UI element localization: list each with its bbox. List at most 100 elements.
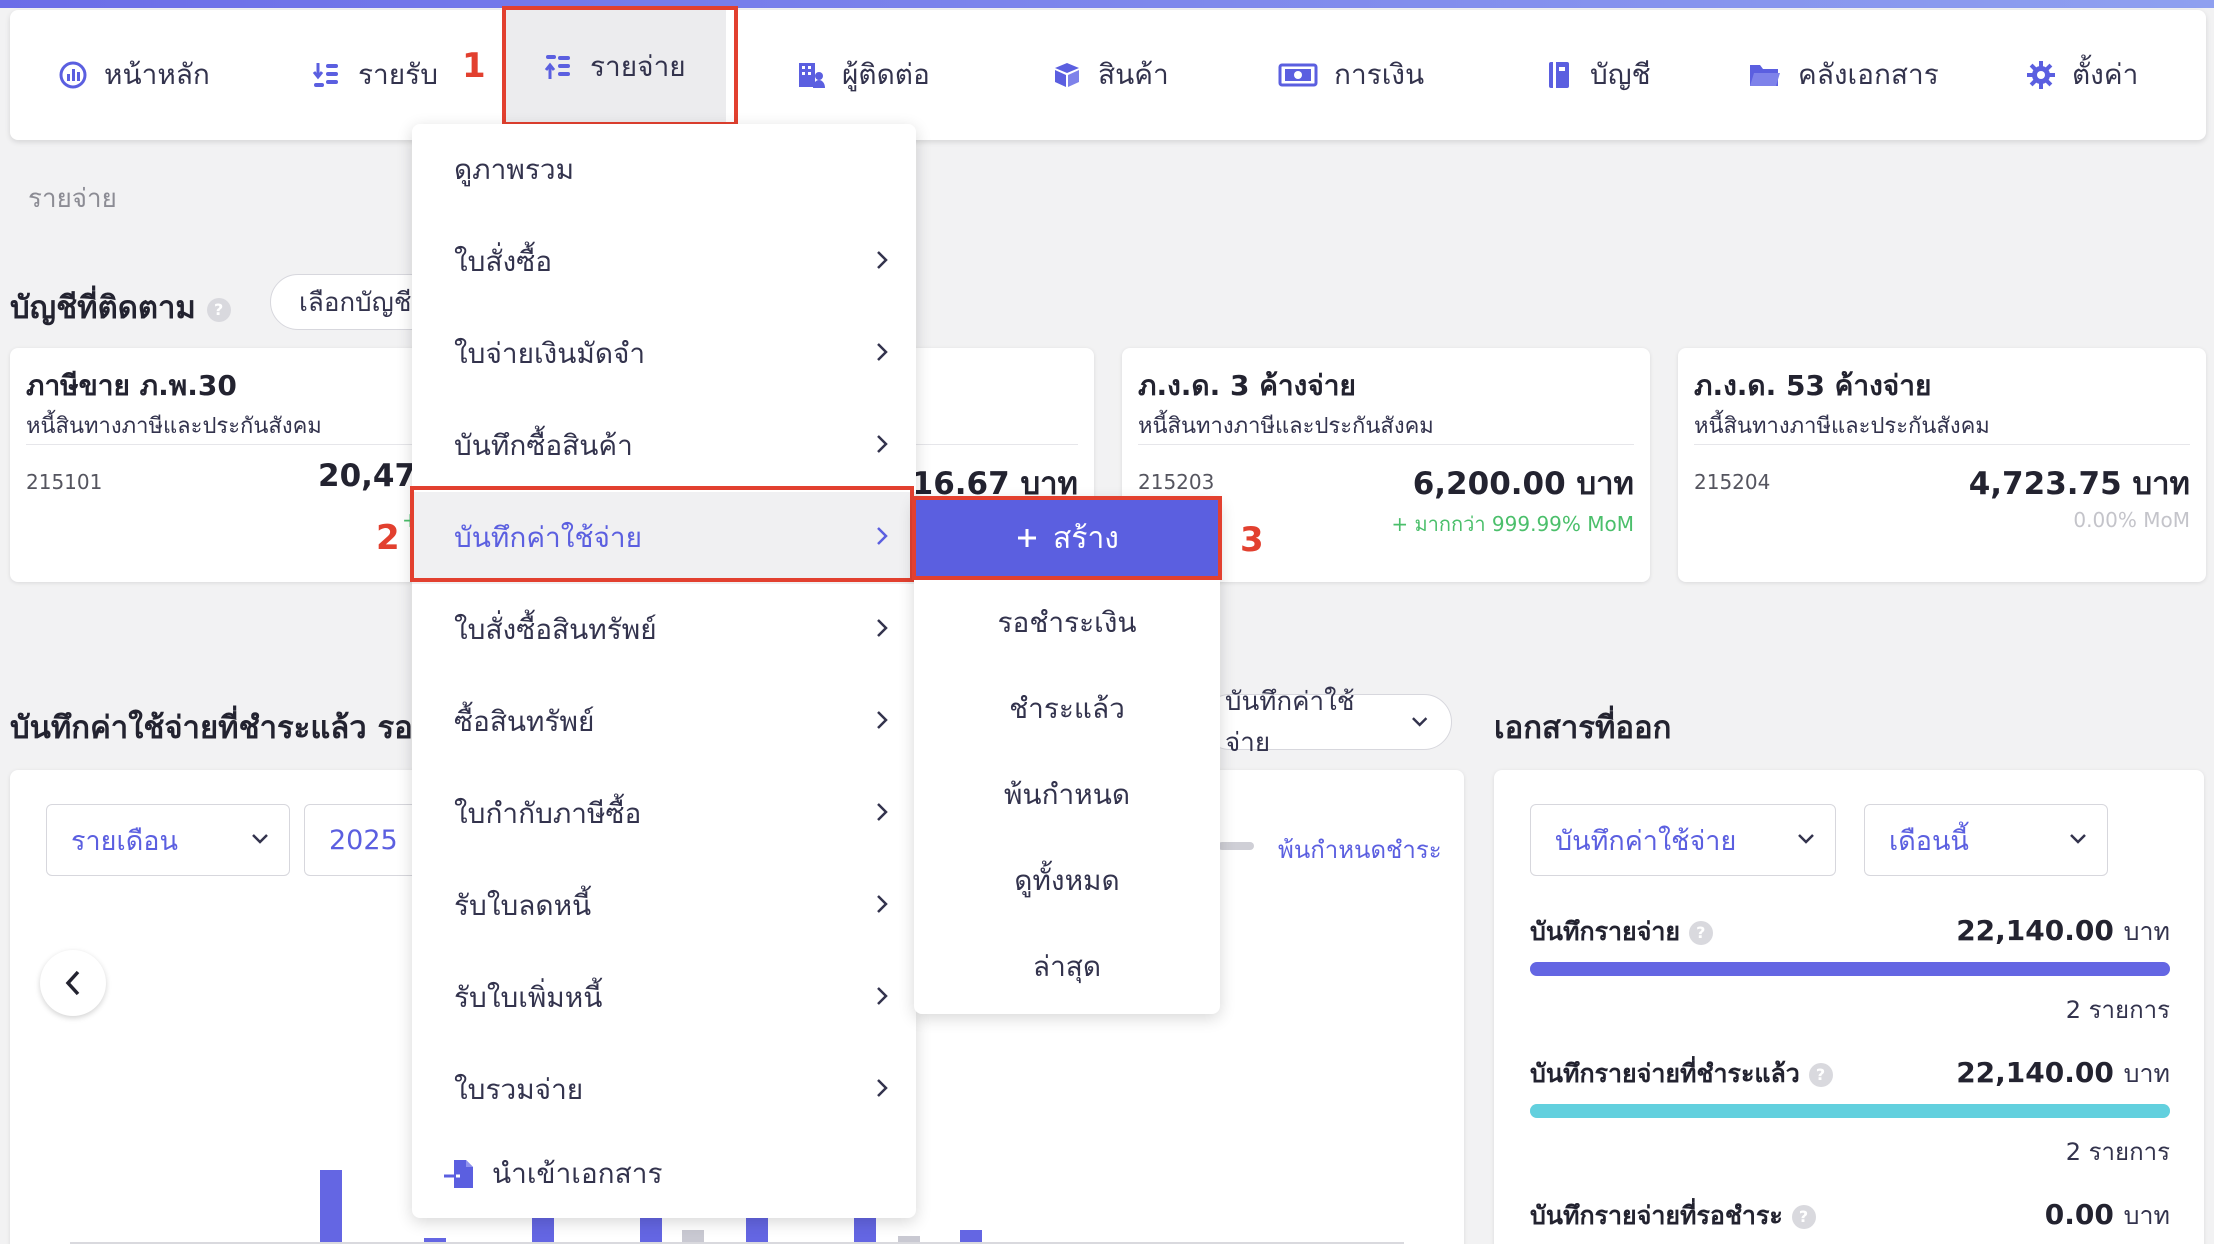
account-mom: + มากกว่า 999.99% MoM (1391, 512, 1634, 536)
stat-count-paid: 2 รายการ (2065, 1138, 2170, 1166)
money-icon (1278, 63, 1318, 87)
help-icon[interactable]: ? (206, 297, 231, 322)
menu-item-purchase-record[interactable]: บันทึกซื้อสินค้า (412, 400, 916, 492)
divider (1138, 444, 1634, 445)
chart-bar (320, 1170, 342, 1244)
highlight-create-button (912, 496, 1222, 580)
menu-item-buy-asset[interactable]: ซื้อสินทรัพย์ (412, 676, 916, 768)
menu-item-deposit-payment[interactable]: ใบจ่ายเงินมัดจำ (412, 308, 916, 400)
chevron-right-icon (877, 803, 888, 821)
account-amount: 6,200.00 บาท (1412, 466, 1634, 502)
account-title: ภ.ง.ด. 3 ค้างจ่าย (1138, 369, 1356, 402)
chevron-right-icon (877, 343, 888, 361)
divider (1694, 444, 2190, 445)
menu-item-asset-purchase-order[interactable]: ใบสั่งซื้อสินทรัพย์ (412, 584, 916, 676)
account-category: หนี้สินทางภาษีและประกันสังคม (26, 414, 322, 439)
watched-accounts-title: บัญชีที่ติดตาม ? (10, 282, 231, 332)
highlight-expense-nav (502, 6, 738, 126)
account-category: หนี้สินทางภาษีและประกันสังคม (1138, 414, 1434, 439)
nav-income[interactable]: รายรับ (312, 10, 438, 140)
main-navbar: หน้าหลัก รายรับ รายจ่าย ผู้ติดต่อ สินค้า… (10, 10, 2206, 140)
menu-item-import-docs[interactable]: นำเข้าเอกสาร (412, 1128, 916, 1220)
account-code: 215203 (1138, 470, 1215, 494)
chevron-right-icon (877, 987, 888, 1005)
account-mom: 0.00% MoM (2073, 508, 2190, 532)
stat-amount-expenses: 22,140.00 บาท (1956, 914, 2170, 947)
chart-doc-type-select[interactable]: บันทึกค่าใช้จ่าย (1202, 687, 1452, 758)
issued-period-label: เดือนนี้ (1889, 825, 1969, 857)
folder-icon (1750, 65, 1780, 86)
top-accent-bar (0, 0, 2214, 8)
contacts-icon (799, 63, 825, 88)
issued-doc-type-label: บันทึกค่าใช้จ่าย (1555, 825, 1737, 857)
nav-products[interactable]: สินค้า (1052, 10, 1169, 140)
select-account-label: เลือกบัญชี (299, 287, 412, 318)
nav-documents-label: คลังเอกสาร (1798, 58, 1939, 91)
chevron-right-icon (877, 711, 888, 729)
chevron-right-icon (877, 435, 888, 453)
submenu-overdue[interactable]: พ้นกำหนด (914, 752, 1220, 838)
import-file-icon (444, 1160, 473, 1188)
help-icon[interactable]: ? (1808, 1063, 1833, 1087)
menu-item-purchase-tax-invoice[interactable]: ใบกำกับภาษีซื้อ (412, 768, 916, 860)
chart-doc-type-label: บันทึกค่าใช้จ่าย (1225, 687, 1355, 758)
stat-label-unpaid: บันทึกรายจ่ายที่รอชำระ ? (1530, 1196, 1816, 1236)
chevron-down-icon (2070, 834, 2086, 844)
submenu-awaiting-payment[interactable]: รอชำระเงิน (914, 580, 1220, 666)
nav-contacts-label: ผู้ติดต่อ (842, 58, 930, 91)
menu-item-overview[interactable]: ดูภาพรวม (412, 124, 916, 216)
stat-amount-paid: 22,140.00 บาท (1956, 1056, 2170, 1089)
expense-dropdown-menu: ดูภาพรวม ใบสั่งซื้อ ใบจ่ายเงินมัดจำ บันท… (412, 124, 916, 1218)
nav-accounting-label: บัญชี (1590, 58, 1651, 91)
submenu-paid[interactable]: ชำระแล้ว (914, 666, 1220, 752)
nav-products-label: สินค้า (1098, 58, 1169, 91)
menu-item-combined-payment[interactable]: ใบรวมจ่าย (412, 1044, 916, 1136)
chevron-right-icon (877, 251, 888, 269)
account-card-pnd53[interactable]: ภ.ง.ด. 53 ค้างจ่าย หนี้สินทางภาษีและประก… (1678, 348, 2206, 582)
watched-accounts-title-text: บัญชีที่ติดตาม (10, 290, 196, 326)
account-title: ภ.ง.ด. 53 ค้างจ่าย (1694, 369, 1932, 402)
income-icon (312, 63, 338, 87)
step-number-2: 2 (376, 518, 400, 558)
box-icon (1055, 63, 1079, 87)
help-icon[interactable]: ? (1791, 1205, 1816, 1229)
step-number-1: 1 (462, 46, 486, 86)
step-number-3: 3 (1240, 520, 1264, 560)
issued-doc-type-select[interactable]: บันทึกค่าใช้จ่าย (1530, 804, 1836, 876)
nav-documents[interactable]: คลังเอกสาร (1748, 10, 1939, 140)
chevron-right-icon (877, 619, 888, 637)
submenu-view-all[interactable]: ดูทั้งหมด (914, 838, 1220, 924)
stat-amount-unpaid: 0.00 บาท (2044, 1198, 2170, 1231)
account-code: 215101 (26, 470, 103, 494)
chevron-right-icon (877, 895, 888, 913)
nav-settings[interactable]: ตั้งค่า (2026, 10, 2138, 140)
dashboard-icon (59, 61, 87, 89)
account-title: ภาษีขาย ภ.พ.30 (26, 369, 237, 402)
nav-home-label: หน้าหลัก (104, 58, 210, 91)
nav-income-label: รายรับ (358, 58, 438, 91)
stat-label-expenses: บันทึกรายจ่าย ? (1530, 912, 1713, 952)
nav-finance-label: การเงิน (1334, 58, 1425, 91)
submenu-latest[interactable]: ล่าสุด (914, 924, 1220, 1010)
account-code: 215204 (1694, 470, 1771, 494)
issued-docs-title: เอกสารที่ออก (1494, 710, 1672, 746)
menu-item-credit-note[interactable]: รับใบลดหนี้ (412, 860, 916, 952)
account-category: หนี้สินทางภาษีและประกันสังคม (1694, 414, 1990, 439)
ledger-icon (1549, 62, 1569, 88)
nav-finance[interactable]: การเงิน (1278, 10, 1424, 140)
nav-settings-label: ตั้งค่า (2072, 58, 2139, 91)
menu-item-debit-note[interactable]: รับใบเพิ่มหนี้ (412, 952, 916, 1044)
help-icon[interactable]: ? (1688, 921, 1713, 945)
chart-section-title: บันทึกค่าใช้จ่ายที่ชำระแล้ว รอชำ (10, 710, 412, 746)
issued-period-select[interactable]: เดือนนี้ (1864, 804, 2108, 876)
nav-contacts[interactable]: ผู้ติดต่อ (796, 10, 930, 140)
stat-label-paid: บันทึกรายจ่ายที่ชำระแล้ว ? (1530, 1054, 1833, 1094)
chevron-down-icon (1411, 717, 1427, 727)
account-amount: 4,723.75 บาท (1968, 466, 2190, 502)
menu-item-purchase-order[interactable]: ใบสั่งซื้อ (412, 216, 916, 308)
nav-accounting[interactable]: บัญชี (1544, 10, 1651, 140)
nav-home[interactable]: หน้าหลัก (58, 10, 210, 140)
stat-count-expenses: 2 รายการ (2065, 996, 2170, 1024)
stat-bar-expenses (1530, 962, 2170, 976)
stat-bar-paid (1530, 1104, 2170, 1118)
